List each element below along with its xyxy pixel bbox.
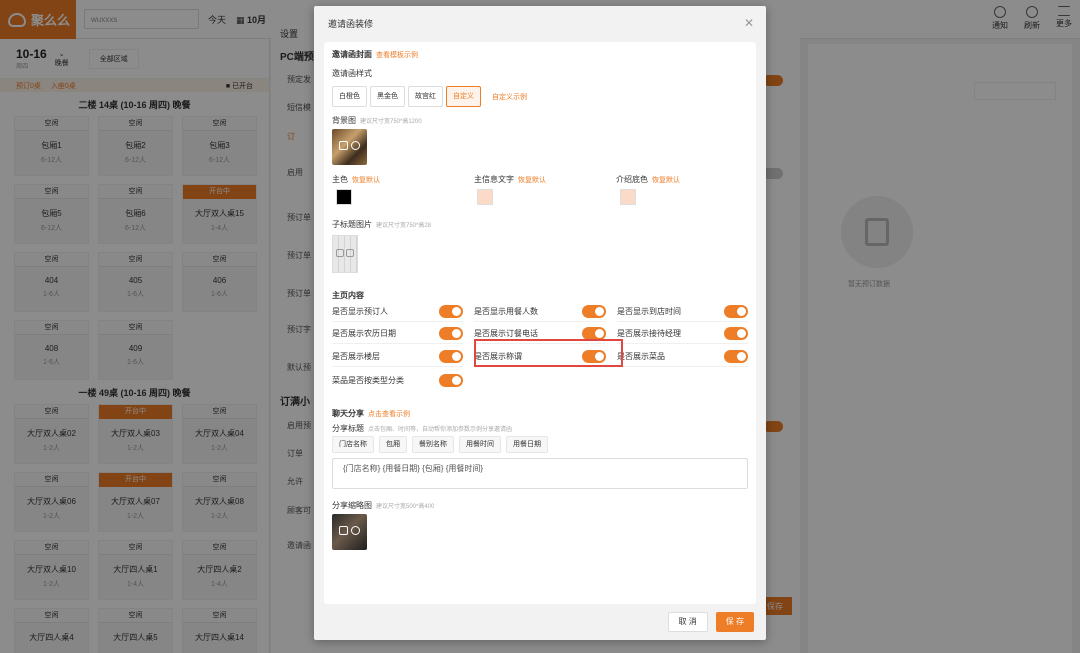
intro-color-label: 介绍底色 恢复默认 <box>616 174 680 185</box>
subtitle-image[interactable] <box>332 235 358 273</box>
toggle-switch[interactable] <box>439 350 463 363</box>
toggle-row: 是否展示接待经理 <box>617 324 748 344</box>
style-black-gold[interactable]: 黑金色 <box>370 86 405 107</box>
cancel-button[interactable]: 取 消 <box>667 612 708 632</box>
cover-section-title: 邀请函封面 查看模板示例 <box>332 49 418 60</box>
image-tools <box>339 141 360 150</box>
style-white-orange[interactable]: 白橙色 <box>332 86 367 107</box>
delete-icon[interactable] <box>336 249 344 257</box>
close-icon[interactable]: ✕ <box>744 16 754 30</box>
toggle-label: 是否显示预订人 <box>332 307 388 316</box>
toggle-label: 是否展示菜品 <box>617 352 665 361</box>
share-title-label: 分享标题 点击包厢、时间等，自动帮你添加参数示例分享邀请函 <box>332 423 512 434</box>
intro-color-reset[interactable]: 恢复默认 <box>652 177 680 184</box>
share-tag[interactable]: 用餐时间 <box>459 436 501 453</box>
image-tools <box>336 249 354 257</box>
share-thumb-label: 分享缩略图 建议尺寸宽500*高400 <box>332 500 434 511</box>
share-section-label: 聊天分享 <box>332 409 364 418</box>
zoom-icon[interactable] <box>346 249 354 257</box>
highlight-box <box>474 339 623 367</box>
toggle-switch[interactable] <box>439 373 463 387</box>
text-color-reset[interactable]: 恢复默认 <box>518 177 546 184</box>
toggle-row: 是否展示农历日期 <box>332 324 463 344</box>
text-color-swatch[interactable] <box>477 189 493 205</box>
toggle-label: 是否显示用餐人数 <box>474 307 538 316</box>
zoom-icon[interactable] <box>351 526 360 535</box>
toggle-switch[interactable] <box>724 350 748 363</box>
share-tag[interactable]: 门店名称 <box>332 436 374 453</box>
image-tools <box>339 526 360 535</box>
template-example-link[interactable]: 查看模板示例 <box>376 52 418 59</box>
background-label-text: 背景图 <box>332 116 356 125</box>
intro-color-label-text: 介绍底色 <box>616 175 648 184</box>
share-tag[interactable]: 用餐日期 <box>506 436 548 453</box>
subtitle-image-label: 子标题图片 建议尺寸宽750*高28 <box>332 219 431 230</box>
toggle-row: 菜品是否按类型分类 <box>332 370 463 390</box>
main-color-reset[interactable]: 恢复默认 <box>352 177 380 184</box>
subtitle-image-label-text: 子标题图片 <box>332 220 372 229</box>
main-color-swatch[interactable] <box>336 189 352 205</box>
share-section-title: 聊天分享 点击查看示例 <box>332 408 410 419</box>
style-palace-red[interactable]: 故宫红 <box>408 86 443 107</box>
background-label: 背景图 建议尺寸宽750*高1200 <box>332 115 422 126</box>
share-title-hint: 点击包厢、时间等，自动帮你添加参数示例分享邀请函 <box>368 427 513 433</box>
share-thumb-label-text: 分享缩略图 <box>332 501 372 510</box>
toggle-row: 是否显示用餐人数 <box>474 302 606 322</box>
share-tag[interactable]: 餐别名称 <box>412 436 454 453</box>
main-color-label: 主色 恢复默认 <box>332 174 380 185</box>
share-thumbnail[interactable] <box>332 514 367 550</box>
text-color-label-text: 主信息文字 <box>474 175 514 184</box>
toggle-row: 是否显示预订人 <box>332 302 463 322</box>
toggle-switch[interactable] <box>724 327 748 340</box>
toggle-label: 是否显示到店时间 <box>617 307 681 316</box>
toggle-label: 是否展示农历日期 <box>332 329 396 338</box>
toggle-switch[interactable] <box>439 327 463 340</box>
style-label: 邀请函样式 <box>332 69 372 78</box>
modal-title: 邀请函装修 <box>328 18 374 29</box>
toggle-switch[interactable] <box>439 305 463 318</box>
toggle-row: 是否展示楼层 <box>332 347 463 367</box>
subtitle-image-hint: 建议尺寸宽750*高28 <box>376 223 432 229</box>
background-hint: 建议尺寸宽750*高1200 <box>360 119 422 125</box>
style-custom[interactable]: 自定义 <box>446 86 481 107</box>
zoom-icon[interactable] <box>351 141 360 150</box>
share-title-input[interactable]: {门店名称} {用餐日期} {包厢} {用餐时间} <box>332 458 748 489</box>
cover-section-label: 邀请函封面 <box>332 50 372 59</box>
save-button[interactable]: 保 存 <box>715 612 754 632</box>
modal-body: 邀请函封面 查看模板示例 邀请函样式 白橙色 黑金色 故宫红 自定义 自定义示例 … <box>324 42 756 604</box>
invitation-design-modal: 邀请函装修 ✕ 邀请函封面 查看模板示例 邀请函样式 白橙色 黑金色 故宫红 自定… <box>314 6 766 640</box>
toggle-label: 菜品是否按类型分类 <box>332 375 404 385</box>
content-section-title: 主页内容 <box>332 291 364 300</box>
toggle-label: 是否展示楼层 <box>332 352 380 361</box>
modal-footer: 取 消 保 存 <box>667 612 754 632</box>
toggle-row: 是否显示到店时间 <box>617 302 748 322</box>
toggle-row: 是否展示菜品 <box>617 347 748 367</box>
toggle-switch[interactable] <box>582 305 606 318</box>
share-tag[interactable]: 包厢 <box>379 436 407 453</box>
share-title-label-text: 分享标题 <box>332 424 364 433</box>
text-color-label: 主信息文字 恢复默认 <box>474 174 546 185</box>
share-tag-list: 门店名称 包厢 餐别名称 用餐时间 用餐日期 <box>332 436 548 453</box>
share-thumb-hint: 建议尺寸宽500*高400 <box>376 504 435 510</box>
intro-color-swatch[interactable] <box>620 189 636 205</box>
delete-icon[interactable] <box>339 526 348 535</box>
toggle-label: 是否展示接待经理 <box>617 329 681 338</box>
delete-icon[interactable] <box>339 141 348 150</box>
style-options: 白橙色 黑金色 故宫红 自定义 自定义示例 <box>332 86 527 107</box>
toggle-switch[interactable] <box>724 305 748 318</box>
main-color-label-text: 主色 <box>332 175 348 184</box>
toggle-label: 是否展示订餐电话 <box>474 329 538 338</box>
custom-example-link[interactable]: 自定义示例 <box>492 92 527 102</box>
share-example-link[interactable]: 点击查看示例 <box>368 411 410 418</box>
background-image[interactable] <box>332 129 367 165</box>
